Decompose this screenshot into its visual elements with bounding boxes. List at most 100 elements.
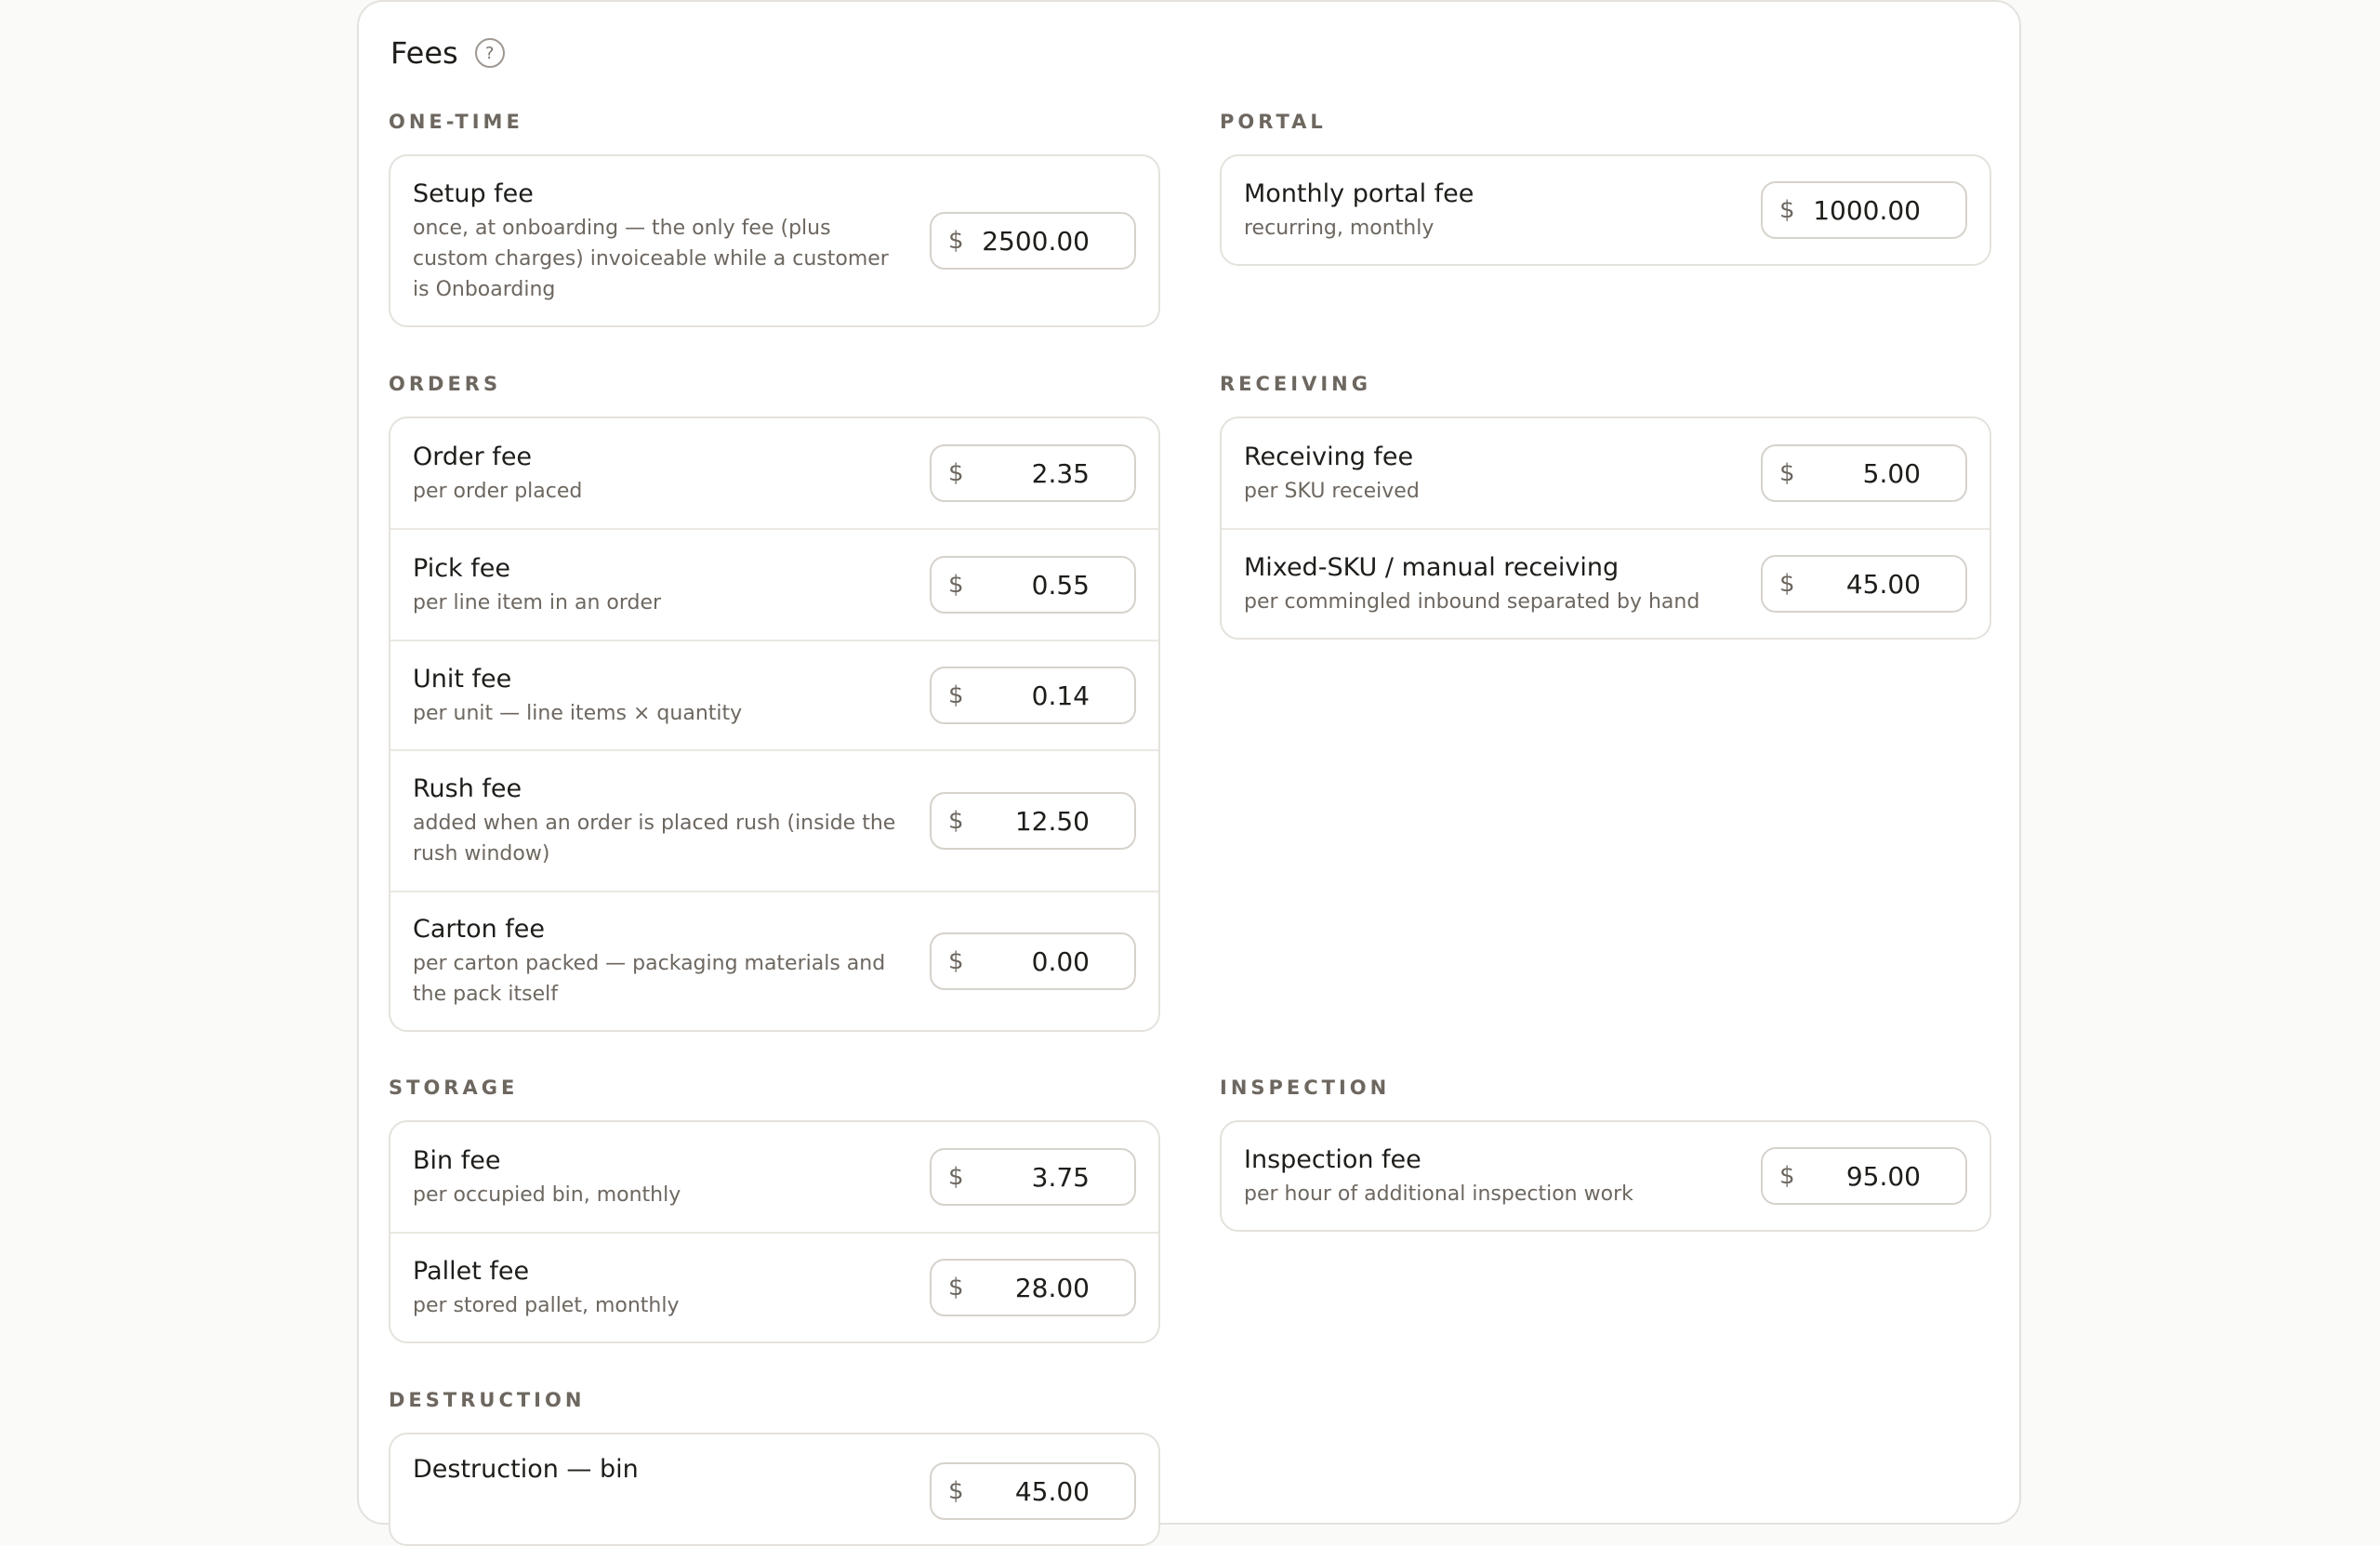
- fee-label: Pallet fee: [413, 1256, 530, 1286]
- fee-description: per unit — line items × quantity: [413, 701, 743, 725]
- pallet-fee-input[interactable]: [963, 1272, 1090, 1303]
- fees-panel: Fees ? ONE-TIME Setup fee once, at onboa…: [357, 0, 2021, 1546]
- setup-fee-input[interactable]: [963, 225, 1090, 257]
- fee-label: Mixed-SKU / manual receiving: [1244, 552, 1620, 582]
- fee-label: Setup fee: [413, 178, 534, 208]
- currency-symbol: $: [948, 947, 964, 975]
- fee-label: Carton fee: [413, 915, 546, 944]
- bin-fee-field[interactable]: $: [930, 1148, 1136, 1206]
- fee-description: per carton packed — packaging materials …: [413, 952, 886, 1006]
- fee-row-order: Order fee per order placed $: [390, 418, 1158, 528]
- fee-card: Monthly portal fee recurring, monthly $: [1220, 154, 1991, 266]
- section-inspection: INSPECTION Inspection fee per hour of ad…: [1220, 1074, 1991, 1232]
- pallet-fee-field[interactable]: $: [930, 1259, 1136, 1316]
- currency-symbol: $: [948, 1477, 964, 1505]
- currency-symbol: $: [948, 1163, 964, 1191]
- rush-fee-input[interactable]: [963, 805, 1090, 837]
- currency-symbol: $: [948, 571, 964, 599]
- destruction-bin-fee-field[interactable]: $: [930, 1462, 1136, 1520]
- fee-description: per order placed: [413, 479, 583, 503]
- unit-fee-field[interactable]: $: [930, 667, 1136, 724]
- section-receiving: RECEIVING Receiving fee per SKU received…: [1220, 370, 1991, 640]
- currency-symbol: $: [948, 227, 964, 255]
- fee-row-pick: Pick fee per line item in an order $: [390, 528, 1158, 640]
- section-one-time: ONE-TIME Setup fee once, at onboarding —…: [389, 108, 1160, 327]
- fee-card: Destruction — bin $: [389, 1433, 1160, 1546]
- section-title: ORDERS: [389, 373, 502, 395]
- fee-description: per line item in an order: [413, 590, 662, 614]
- section-title: INSPECTION: [1220, 1077, 1391, 1099]
- currency-symbol: $: [1779, 570, 1795, 598]
- fee-card: Order fee per order placed $ Pick fee pe…: [389, 416, 1160, 1032]
- inspection-fee-input[interactable]: [1794, 1160, 1921, 1192]
- fee-description: once, at onboarding — the only fee (plus…: [413, 216, 889, 301]
- section-title: STORAGE: [389, 1077, 519, 1099]
- order-fee-field[interactable]: $: [930, 444, 1136, 502]
- fee-row-rush: Rush fee added when an order is placed r…: [390, 749, 1158, 891]
- fee-label: Destruction — bin: [413, 1455, 639, 1484]
- fee-label: Order fee: [413, 442, 533, 471]
- page-title: Fees: [390, 35, 458, 71]
- mixed-sku-fee-field[interactable]: $: [1761, 555, 1967, 613]
- currency-symbol: $: [1779, 459, 1795, 487]
- fee-row-setup: Setup fee once, at onboarding — the only…: [390, 156, 1158, 325]
- help-icon[interactable]: ?: [474, 38, 505, 68]
- fee-description: recurring, monthly: [1244, 216, 1435, 240]
- pick-fee-input[interactable]: [963, 569, 1090, 601]
- currency-symbol: $: [948, 459, 964, 487]
- fee-description: per SKU received: [1244, 479, 1420, 503]
- fee-row-receiving: Receiving fee per SKU received $: [1222, 418, 1990, 528]
- fee-card: Receiving fee per SKU received $ Mixed-S…: [1220, 416, 1991, 640]
- receiving-fee-input[interactable]: [1794, 457, 1921, 489]
- inspection-fee-field[interactable]: $: [1761, 1147, 1967, 1205]
- monthly-portal-fee-field[interactable]: $: [1761, 181, 1967, 239]
- pick-fee-field[interactable]: $: [930, 556, 1136, 614]
- panel-header: Fees ?: [390, 35, 505, 71]
- currency-symbol: $: [948, 681, 964, 709]
- fee-label: Inspection fee: [1244, 1144, 1421, 1174]
- fee-description: added when an order is placed rush (insi…: [413, 812, 896, 865]
- fee-description: per occupied bin, monthly: [413, 1183, 681, 1207]
- fee-label: Pick fee: [413, 553, 510, 583]
- fee-row-inspection: Inspection fee per hour of additional in…: [1222, 1122, 1990, 1230]
- section-portal: PORTAL Monthly portal fee recurring, mon…: [1220, 108, 1991, 266]
- fee-label: Unit fee: [413, 664, 512, 694]
- fee-card: Bin fee per occupied bin, monthly $ Pall…: [389, 1120, 1160, 1343]
- fee-row-monthly-portal: Monthly portal fee recurring, monthly $: [1222, 156, 1990, 264]
- currency-symbol: $: [1779, 1162, 1795, 1190]
- monthly-portal-fee-input[interactable]: [1794, 194, 1921, 226]
- fee-row-bin: Bin fee per occupied bin, monthly $: [390, 1122, 1158, 1232]
- currency-symbol: $: [1779, 196, 1795, 224]
- section-title: DESTRUCTION: [389, 1389, 586, 1411]
- fee-label: Receiving fee: [1244, 442, 1414, 471]
- section-destruction: DESTRUCTION Destruction — bin $: [389, 1386, 1160, 1546]
- fee-description: per hour of additional inspection work: [1244, 1182, 1633, 1206]
- fee-row-destruction-bin: Destruction — bin $: [390, 1434, 1158, 1544]
- fee-row-unit: Unit fee per unit — line items × quantit…: [390, 640, 1158, 749]
- fee-description: per commingled inbound separated by hand: [1244, 589, 1700, 614]
- carton-fee-field[interactable]: $: [930, 932, 1136, 990]
- section-title: RECEIVING: [1220, 373, 1371, 395]
- carton-fee-input[interactable]: [963, 945, 1090, 977]
- rush-fee-field[interactable]: $: [930, 792, 1136, 850]
- fee-label: Monthly portal fee: [1244, 178, 1474, 208]
- order-fee-input[interactable]: [963, 457, 1090, 489]
- section-storage: STORAGE Bin fee per occupied bin, monthl…: [389, 1074, 1160, 1343]
- fee-row-carton: Carton fee per carton packed — packaging…: [390, 891, 1158, 1030]
- fee-card: Inspection fee per hour of additional in…: [1220, 1120, 1991, 1232]
- fee-label: Bin fee: [413, 1145, 501, 1175]
- currency-symbol: $: [948, 807, 964, 835]
- section-title: ONE-TIME: [389, 111, 523, 133]
- section-title: PORTAL: [1220, 111, 1327, 133]
- setup-fee-field[interactable]: $: [930, 212, 1136, 270]
- receiving-fee-field[interactable]: $: [1761, 444, 1967, 502]
- destruction-bin-fee-input[interactable]: [963, 1475, 1090, 1507]
- bin-fee-input[interactable]: [963, 1161, 1090, 1193]
- fee-label: Rush fee: [413, 774, 522, 803]
- fee-row-mixed-sku: Mixed-SKU / manual receiving per comming…: [1222, 528, 1990, 638]
- mixed-sku-fee-input[interactable]: [1794, 568, 1921, 600]
- fee-description: per stored pallet, monthly: [413, 1293, 680, 1317]
- unit-fee-input[interactable]: [963, 680, 1090, 711]
- currency-symbol: $: [948, 1274, 964, 1302]
- fee-row-pallet: Pallet fee per stored pallet, monthly $: [390, 1232, 1158, 1341]
